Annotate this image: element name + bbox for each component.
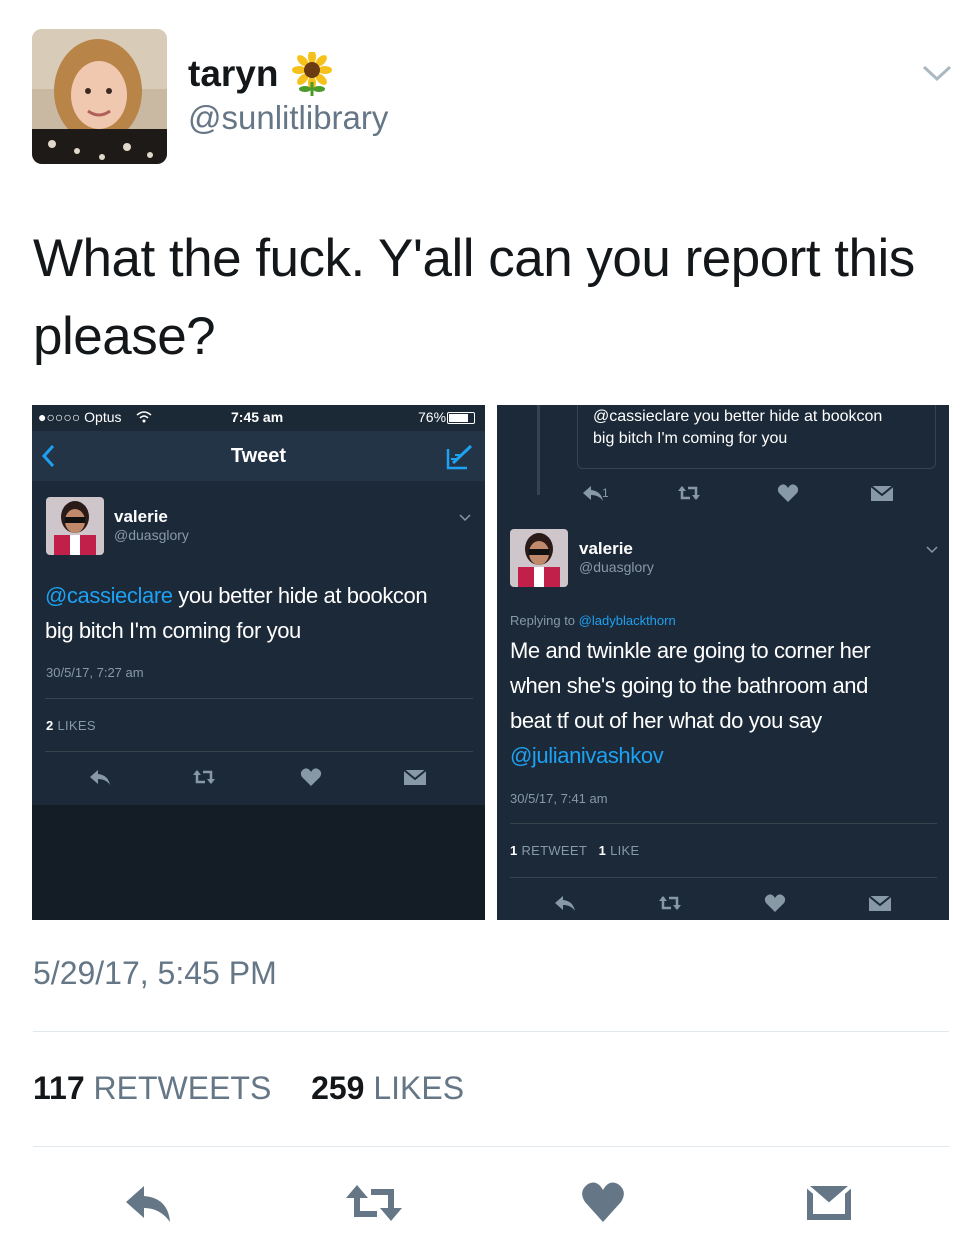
status-bar: ●○○○○ Optus 7:45 am 76% — [32, 405, 485, 431]
like-count: 1 — [598, 843, 607, 858]
divider — [510, 823, 937, 824]
heart-icon — [764, 894, 786, 912]
tweet-timestamp[interactable]: 5/29/17, 5:45 PM — [33, 955, 277, 992]
heart-icon — [777, 484, 799, 502]
valerie-handle: @duasglory — [114, 527, 189, 543]
tweet-line-2: big bitch I'm coming for you — [45, 618, 301, 643]
valerie-reply-text: Me and twinkle are going to corner her w… — [510, 633, 946, 773]
retweet-label[interactable]: RETWEETS — [94, 1070, 272, 1106]
nav-bar: Tweet — [32, 431, 485, 481]
replying-label: Replying to — [510, 613, 576, 628]
valerie-name: valerie — [579, 539, 633, 558]
mention-link: @cassieclare — [45, 583, 173, 608]
likes-stat: 2 LIKES — [46, 718, 96, 733]
dm-icon[interactable] — [804, 1180, 854, 1226]
screenshot-image-left[interactable]: ●○○○○ Optus 7:45 am 76% Tweet valerie @d… — [32, 405, 485, 920]
heart-icon[interactable] — [580, 1180, 626, 1226]
thread-line — [537, 405, 540, 495]
valerie-avatar — [510, 529, 568, 587]
tweet-line-1: you better hide at bookcon — [172, 583, 428, 608]
likes-count: 2 — [46, 718, 54, 733]
likes-label: LIKES — [57, 718, 96, 733]
status-time: 7:45 am — [231, 409, 284, 425]
chevron-down-icon — [926, 546, 938, 554]
like-count[interactable]: 259 — [311, 1070, 364, 1106]
dm-icon — [870, 485, 894, 501]
divider — [33, 1031, 949, 1032]
quoted-line-2: big bitch I'm coming for you — [593, 430, 788, 447]
dm-icon — [868, 895, 892, 911]
divider — [510, 877, 937, 878]
retweet-count[interactable]: 117 — [33, 1070, 85, 1106]
valerie-name: valerie — [114, 507, 168, 526]
dm-icon — [403, 769, 427, 785]
reply-icon — [555, 896, 575, 911]
battery-icon — [447, 412, 475, 424]
like-label[interactable]: LIKES — [373, 1070, 464, 1106]
reply-icon — [90, 770, 110, 785]
retweet-icon[interactable] — [343, 1180, 405, 1226]
valerie-tweet-text: @cassieclare you better hide at bookcon … — [45, 578, 475, 648]
reply-line-1: Me and twinkle are going to corner her — [510, 638, 871, 663]
reply-line-3: beat tf out of her what do you say — [510, 708, 822, 733]
reply-count: 1 — [602, 486, 609, 500]
mention-link: @julianivashkov — [510, 743, 664, 768]
wifi-icon — [136, 411, 152, 423]
author-avatar[interactable] — [32, 29, 167, 164]
retweet-icon — [659, 896, 681, 910]
empty-area — [32, 805, 485, 920]
quoted-tweet-text: @cassieclare you better hide at bookcon … — [593, 406, 933, 450]
sunflower-emoji — [290, 50, 334, 96]
replying-to-handle: @ladyblackthorn — [578, 613, 676, 628]
author-name-text: taryn — [188, 53, 279, 94]
battery-percent: 76% — [418, 409, 447, 425]
chevron-down-icon[interactable] — [918, 57, 956, 87]
engagement-counts: 117 RETWEETS 259 LIKES — [33, 1070, 464, 1107]
divider — [45, 698, 473, 699]
carrier-label: ●○○○○ Optus — [38, 409, 122, 425]
retweet-icon — [678, 486, 700, 500]
divider — [45, 751, 473, 752]
screenshot-image-right[interactable]: @cassieclare you better hide at bookcon … — [497, 405, 949, 920]
compose-icon — [446, 444, 473, 470]
tweet-text: What the fuck. Y'all can you report this… — [33, 229, 915, 366]
reply-icon[interactable] — [122, 1180, 174, 1226]
valerie-handle: @duasglory — [579, 559, 654, 575]
replying-to-line: Replying to @ladyblackthorn — [510, 613, 676, 628]
like-label: LIKE — [610, 843, 640, 858]
reply-date: 30/5/17, 7:41 am — [510, 791, 608, 806]
reply-stats: 1 RETWEET 1 LIKE — [510, 843, 639, 858]
valerie-avatar — [46, 497, 104, 555]
retweet-label: RETWEET — [521, 843, 587, 858]
chevron-down-icon — [459, 514, 471, 522]
nav-title: Tweet — [230, 445, 287, 467]
quoted-line-1: @cassieclare you better hide at bookcon — [593, 408, 883, 425]
author-handle[interactable]: @sunlitlibrary — [188, 99, 388, 137]
reply-line-2: when she's going to the bathroom and — [510, 673, 868, 698]
retweet-icon — [193, 770, 215, 784]
author-name[interactable]: taryn — [188, 50, 334, 96]
valerie-tweet-date: 30/5/17, 7:27 am — [46, 665, 144, 680]
divider — [33, 1146, 949, 1147]
heart-icon — [300, 768, 322, 786]
retweet-count: 1 — [510, 843, 518, 858]
